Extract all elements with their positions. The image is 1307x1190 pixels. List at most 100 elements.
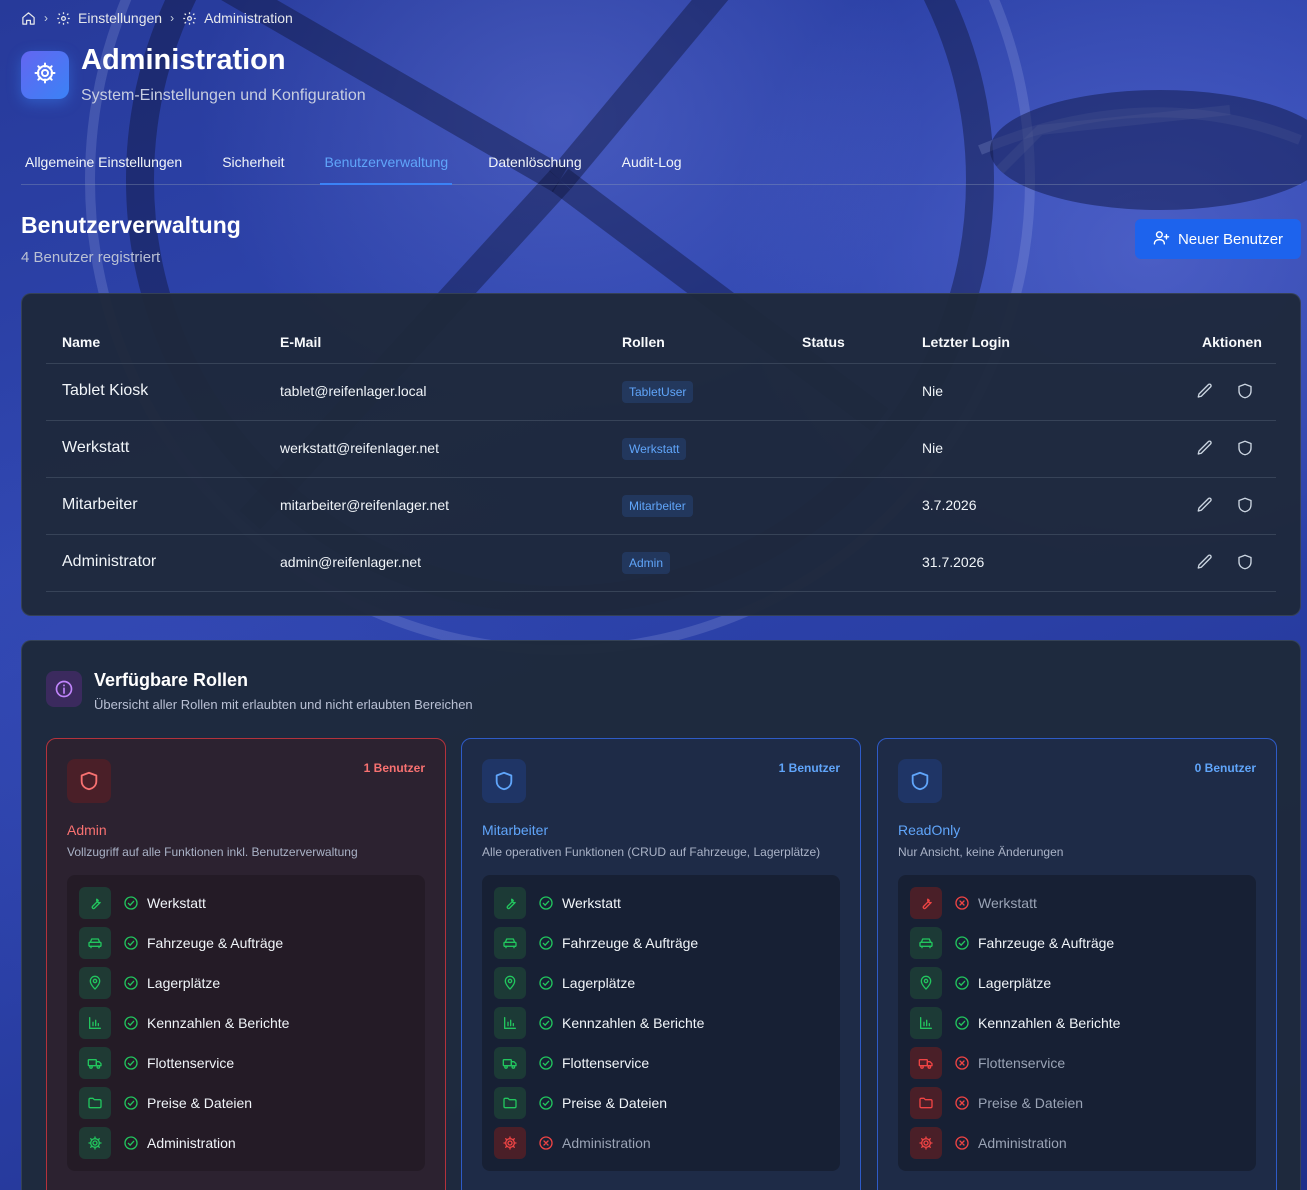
breadcrumb-home[interactable] <box>21 11 36 26</box>
permission-label: Lagerplätze <box>562 975 636 991</box>
column-header-last-login[interactable]: Letzter Login <box>922 334 1010 350</box>
map-pin-icon <box>79 967 111 999</box>
last-login: 3.7.2026 <box>922 497 977 513</box>
edit-pencil-icon[interactable] <box>1196 496 1216 516</box>
truck-icon <box>910 1047 942 1079</box>
home-icon <box>21 11 36 26</box>
user-name: Werkstatt <box>62 439 130 456</box>
tab-sicherheit[interactable]: Sicherheit <box>218 146 288 185</box>
permission-item: Fahrzeuge & Aufträge <box>79 927 283 959</box>
permission-label: Preise & Dateien <box>978 1095 1084 1111</box>
bar-chart-icon <box>494 1007 526 1039</box>
role-description: Nur Ansicht, keine Änderungen <box>898 845 1064 859</box>
permission-label: Lagerplätze <box>147 975 221 991</box>
permission-item: Lagerplätze <box>79 967 220 999</box>
column-header-email[interactable]: E-Mail <box>280 334 321 350</box>
new-user-label: Neuer Benutzer <box>1177 230 1284 248</box>
permission-item: Fahrzeuge & Aufträge <box>494 927 698 959</box>
new-user-button[interactable]: Neuer Benutzer <box>1135 219 1301 259</box>
permission-item: Werkstatt <box>494 887 621 919</box>
map-pin-icon <box>910 967 942 999</box>
car-icon <box>79 927 111 959</box>
shield-role-icon[interactable] <box>1236 553 1256 573</box>
x-circle-icon <box>538 1135 554 1151</box>
bar-chart-icon <box>79 1007 111 1039</box>
wrench-icon <box>494 887 526 919</box>
breadcrumb-administration: Administration <box>182 10 293 26</box>
check-circle-icon <box>954 975 970 991</box>
check-circle-icon <box>123 1055 139 1071</box>
page-title: Administration <box>81 44 286 76</box>
shield-role-icon[interactable] <box>1236 382 1256 402</box>
permission-item: Werkstatt <box>910 887 1037 919</box>
roles-title: Verfügbare Rollen <box>94 670 249 690</box>
check-circle-icon <box>538 935 554 951</box>
permission-item: Flottenservice <box>494 1047 649 1079</box>
permission-label: Kennzahlen & Berichte <box>978 1015 1121 1031</box>
map-pin-icon <box>494 967 526 999</box>
shield-role-icon[interactable] <box>1236 496 1256 516</box>
table-row: Werkstatt werkstatt@reifenlager.net Werk… <box>46 421 1276 478</box>
permission-label: Fahrzeuge & Aufträge <box>562 935 699 951</box>
tab-allgemeine-einstellungen[interactable]: Allgemeine Einstellungen <box>21 146 186 185</box>
breadcrumb-label: Administration <box>204 10 293 26</box>
permission-label: Kennzahlen & Berichte <box>147 1015 290 1031</box>
folder-icon <box>910 1087 942 1119</box>
table-row: Administrator admin@reifenlager.net Admi… <box>46 535 1276 592</box>
shield-icon <box>482 759 526 803</box>
permission-item: Administration <box>494 1127 651 1159</box>
chevron-right-icon: › <box>44 11 48 25</box>
user-email: werkstatt@reifenlager.net <box>280 440 439 456</box>
section-title: Benutzerverwaltung <box>21 212 241 238</box>
truck-icon <box>494 1047 526 1079</box>
permission-label: Kennzahlen & Berichte <box>562 1015 705 1031</box>
permission-label: Werkstatt <box>562 895 621 911</box>
check-circle-icon <box>123 1095 139 1111</box>
permission-list: Werkstatt Fahrzeuge & Aufträge Lagerplätze… <box>898 875 1256 1171</box>
wrench-icon <box>910 887 942 919</box>
tab-audit-log[interactable]: Audit-Log <box>618 146 686 185</box>
user-email: admin@reifenlager.net <box>280 554 422 570</box>
column-header-actions: Aktionen <box>1202 334 1262 350</box>
users-table-card: Name E-Mail Rollen Status Letzter Login … <box>21 293 1301 616</box>
chevron-right-icon: › <box>170 11 175 25</box>
column-header-roles[interactable]: Rollen <box>622 334 665 350</box>
check-circle-icon <box>538 1055 554 1071</box>
role-description: Alle operativen Funktionen (CRUD auf Fah… <box>482 845 821 859</box>
shield-role-icon[interactable] <box>1236 439 1256 459</box>
permission-list: Werkstatt Fahrzeuge & Aufträge Lagerplätze… <box>482 875 840 1171</box>
x-circle-icon <box>954 1055 970 1071</box>
gear-icon <box>910 1127 942 1159</box>
user-name: Mitarbeiter <box>62 496 138 513</box>
admin-header-icon <box>21 51 69 99</box>
role-name: Mitarbeiter <box>482 822 549 838</box>
column-header-status[interactable]: Status <box>802 334 845 350</box>
permission-item: Administration <box>79 1127 236 1159</box>
role-badge: Admin <box>622 552 671 574</box>
tab-datenloeschung[interactable]: Datenlöschung <box>484 146 585 185</box>
x-circle-icon <box>954 1095 970 1111</box>
permission-label: Administration <box>978 1135 1067 1151</box>
role-badge: Mitarbeiter <box>622 495 693 517</box>
permission-item: Preise & Dateien <box>910 1087 1083 1119</box>
permission-label: Preise & Dateien <box>147 1095 253 1111</box>
car-icon <box>910 927 942 959</box>
shield-icon <box>898 759 942 803</box>
gear-icon <box>56 11 71 26</box>
edit-pencil-icon[interactable] <box>1196 553 1216 573</box>
user-email: tablet@reifenlager.local <box>280 383 427 399</box>
role-user-count: 1 Benutzer <box>778 761 840 775</box>
edit-pencil-icon[interactable] <box>1196 382 1216 402</box>
check-circle-icon <box>123 895 139 911</box>
permission-label: Flottenservice <box>147 1055 235 1071</box>
tab-benutzerverwaltung[interactable]: Benutzerverwaltung <box>320 146 453 185</box>
check-circle-icon <box>123 1135 139 1151</box>
column-header-name[interactable]: Name <box>62 334 100 350</box>
role-badge: TabletUser <box>622 381 694 403</box>
role-user-count: 0 Benutzer <box>1194 761 1256 775</box>
permission-item: Kennzahlen & Berichte <box>79 1007 289 1039</box>
breadcrumb: › Einstellungen › Administration <box>21 8 293 28</box>
edit-pencil-icon[interactable] <box>1196 439 1216 459</box>
user-plus-icon <box>1153 229 1170 250</box>
breadcrumb-einstellungen[interactable]: Einstellungen <box>56 10 162 26</box>
